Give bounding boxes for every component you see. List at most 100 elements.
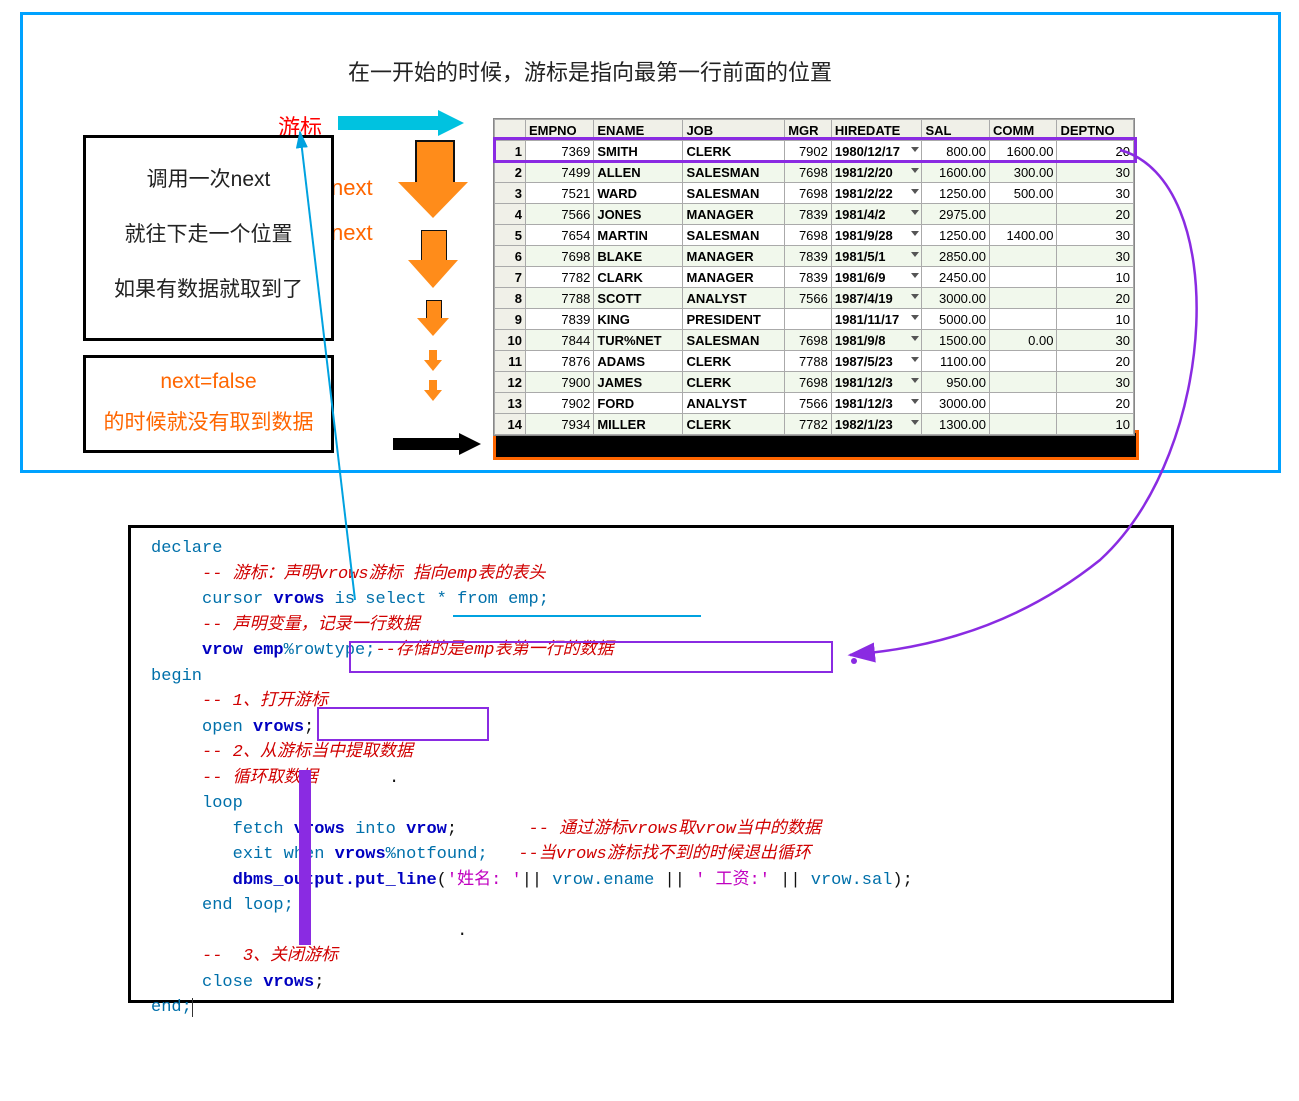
cell: 10 [1057, 267, 1134, 288]
cell: 14 [495, 414, 526, 435]
cell: 20 [1057, 288, 1134, 309]
cell: 20 [1057, 141, 1134, 162]
table-row: 87788SCOTTANALYST75661987/4/193000.0020 [495, 288, 1134, 309]
cell: SALESMAN [683, 162, 785, 183]
cell: MANAGER [683, 246, 785, 267]
cell: 2850.00 [922, 246, 990, 267]
ident-ename: vrow.ename [552, 871, 654, 890]
cell: 1250.00 [922, 225, 990, 246]
cell: 7 [495, 267, 526, 288]
cell: 6 [495, 246, 526, 267]
table-row: 27499ALLENSALESMAN76981981/2/201600.0030… [495, 162, 1134, 183]
cell: 7782 [526, 267, 594, 288]
cell: 10 [1057, 309, 1134, 330]
cell: KING [594, 309, 683, 330]
ident-vrows: vrows [253, 718, 304, 737]
cell: 7788 [785, 351, 832, 372]
code-comment: -- 游标：声明vrows游标 指向emp表的表头 [202, 565, 545, 584]
kw-fetch: fetch [233, 820, 284, 839]
ident-vrows: vrows [335, 845, 386, 864]
kw-end: end; [151, 998, 192, 1017]
table-row: 77782CLARKMANAGER78391981/6/92450.0010 [495, 267, 1134, 288]
table-row: 47566JONESMANAGER78391981/4/22975.0020 [495, 204, 1134, 225]
cell: 7566 [785, 288, 832, 309]
cell: JONES [594, 204, 683, 225]
string: '姓名: ' [447, 871, 522, 890]
cell: 0.00 [989, 330, 1057, 351]
cell: 10 [495, 330, 526, 351]
cell: 4 [495, 204, 526, 225]
next-label-2: next [331, 220, 373, 246]
code-comment: -- 3、关闭游标 [202, 947, 338, 966]
cell: MANAGER [683, 204, 785, 225]
cell: 7698 [785, 372, 832, 393]
cell: 10 [1057, 414, 1134, 435]
table-row: 57654MARTINSALESMAN76981981/9/281250.001… [495, 225, 1134, 246]
table-row: 117876ADAMSCLERK77881987/5/231100.0020 [495, 351, 1134, 372]
kw-into: into [355, 820, 396, 839]
cell: 7521 [526, 183, 594, 204]
cell [989, 414, 1057, 435]
kw-endloop: end loop; [202, 896, 294, 915]
cell: 300.00 [989, 162, 1057, 183]
cell: 2 [495, 162, 526, 183]
cell: 8 [495, 288, 526, 309]
cell: 1981/9/8 [831, 330, 922, 351]
box2-line2: 的时候就没有取到数据 [86, 406, 331, 436]
purple-code-box-1 [349, 641, 833, 673]
cell: 7900 [526, 372, 594, 393]
cell: 1600.00 [989, 141, 1057, 162]
cell: MANAGER [683, 267, 785, 288]
cell: SCOTT [594, 288, 683, 309]
emp-table: EMPNOENAMEJOBMGRHIREDATESALCOMMDEPTNO173… [493, 118, 1135, 436]
cell: 1600.00 [922, 162, 990, 183]
ident-vrow: vrow [406, 820, 447, 839]
code-block: declare -- 游标：声明vrows游标 指向emp表的表头 cursor… [151, 536, 913, 1021]
cell: BLAKE [594, 246, 683, 267]
string: ' 工资:' [695, 871, 770, 890]
cell: 7654 [526, 225, 594, 246]
cell: MARTIN [594, 225, 683, 246]
next-label-1: next [331, 175, 373, 201]
cell: 30 [1057, 225, 1134, 246]
cell: 1500.00 [922, 330, 990, 351]
cell: 1980/12/17 [831, 141, 922, 162]
cell: 9 [495, 309, 526, 330]
cell: 1250.00 [922, 183, 990, 204]
col-header [495, 120, 526, 141]
ident-dbms: dbms_output.put_line [233, 871, 437, 890]
cell: 1 [495, 141, 526, 162]
kw-select: is select * from emp; [335, 590, 549, 609]
cell: CLERK [683, 414, 785, 435]
table-row: 37521WARDSALESMAN76981981/2/221250.00500… [495, 183, 1134, 204]
code-comment: -- 通过游标vrows取vrow当中的数据 [529, 820, 821, 839]
cell: 30 [1057, 183, 1134, 204]
arrow-orange-med-icon [408, 230, 458, 290]
cell: SALESMAN [683, 225, 785, 246]
cell [989, 288, 1057, 309]
cell [989, 204, 1057, 225]
cell: 7698 [785, 162, 832, 183]
arrow-orange-tiny-icon [424, 350, 442, 372]
cell: 7782 [785, 414, 832, 435]
cell [989, 246, 1057, 267]
cell: 11 [495, 351, 526, 372]
cell: 1981/11/17 [831, 309, 922, 330]
kw-loop: loop [202, 794, 243, 813]
cell: 7934 [526, 414, 594, 435]
cell: SMITH [594, 141, 683, 162]
table-row: 147934MILLERCLERK77821982/1/231300.0010 [495, 414, 1134, 435]
cell: 7698 [526, 246, 594, 267]
cell: TUR%NET [594, 330, 683, 351]
col-header: DEPTNO [1057, 120, 1134, 141]
arrow-black-icon [393, 433, 483, 455]
cell: 7566 [526, 204, 594, 225]
ident-sal: vrow.sal [811, 871, 893, 890]
cell: 2975.00 [922, 204, 990, 225]
cell: 1981/6/9 [831, 267, 922, 288]
cell: 1982/1/23 [831, 414, 922, 435]
table-row: 107844TUR%NETSALESMAN76981981/9/81500.00… [495, 330, 1134, 351]
cell: 30 [1057, 162, 1134, 183]
table-row: 97839KINGPRESIDENT1981/11/175000.0010 [495, 309, 1134, 330]
code-comment: --当vrows游标找不到的时候退出循环 [518, 845, 810, 864]
